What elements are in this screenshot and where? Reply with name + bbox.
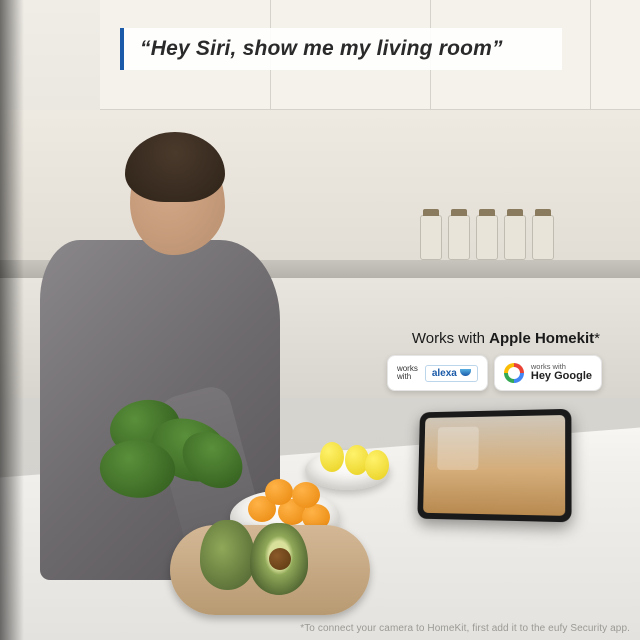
- alexa-logo: alexa: [425, 365, 478, 382]
- homekit-footnote: *To connect your camera to HomeKit, firs…: [300, 623, 630, 634]
- jar: [504, 215, 526, 260]
- works-with-suffix: *: [594, 330, 600, 347]
- promo-scene: “Hey Siri, show me my living room” Works…: [0, 0, 640, 640]
- jar: [476, 215, 498, 260]
- jar: [420, 215, 442, 260]
- google-badge: works with Hey Google: [494, 355, 602, 391]
- voice-command-banner: “Hey Siri, show me my living room”: [120, 28, 562, 70]
- alexa-line2: with: [397, 373, 418, 381]
- lemon: [320, 442, 344, 472]
- works-with-bold: Apple Homekit: [489, 330, 594, 347]
- orange: [265, 479, 293, 505]
- tablet-device: [417, 409, 571, 523]
- google-assistant-icon: [504, 363, 524, 383]
- jar: [532, 215, 554, 260]
- orange: [292, 482, 320, 508]
- voice-command-text: “Hey Siri, show me my living room”: [140, 37, 503, 61]
- works-with-title: Works with Apple Homekit*: [362, 330, 602, 347]
- page-gutter: [0, 0, 24, 640]
- avocado-half: [250, 523, 308, 595]
- works-with-prefix: Works with: [412, 330, 489, 347]
- alexa-works-with-label: works with: [397, 365, 418, 381]
- lemon: [365, 450, 389, 480]
- assistant-badges: works with alexa works with Hey Google: [362, 355, 602, 391]
- avocado: [200, 520, 255, 590]
- tablet-screen: [423, 415, 565, 516]
- works-with-block: Works with Apple Homekit* works with ale…: [362, 330, 602, 391]
- alexa-badge: works with alexa: [387, 355, 488, 391]
- leafy-greens: [90, 390, 260, 510]
- jar: [448, 215, 470, 260]
- google-line2: Hey Google: [531, 371, 592, 383]
